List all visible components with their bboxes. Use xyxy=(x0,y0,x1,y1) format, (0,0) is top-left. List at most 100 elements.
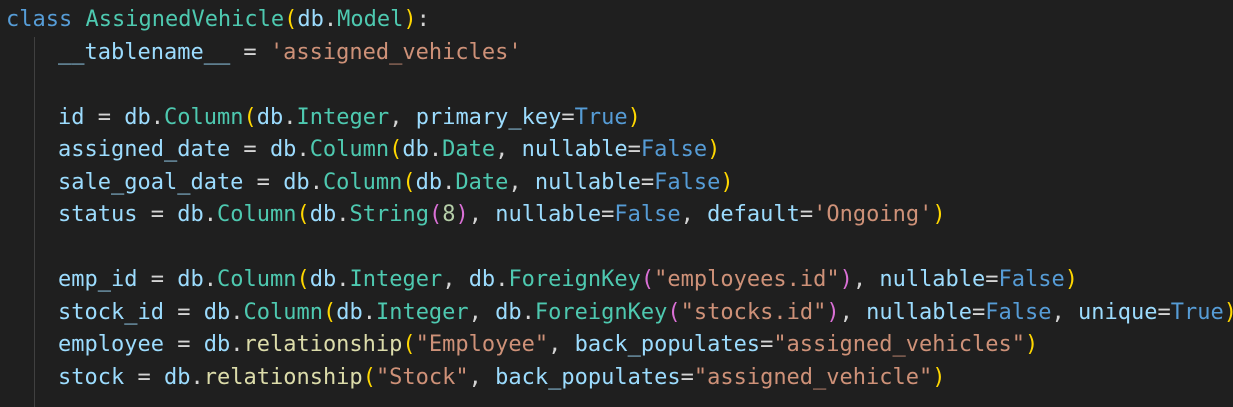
code-token: assigned_date xyxy=(58,137,231,162)
code-token: db xyxy=(283,169,310,195)
code-token: db xyxy=(468,267,496,292)
code-token: "Employee" xyxy=(415,332,549,357)
code-token: . xyxy=(428,137,443,162)
code-token: = xyxy=(760,332,774,357)
code-token: , xyxy=(495,137,522,162)
code-token: = xyxy=(243,169,284,195)
code-token: nullable xyxy=(521,137,628,162)
code-line[interactable]: __tablename__ = 'assigned_vehicles' xyxy=(6,37,522,70)
code-token: Column xyxy=(243,299,323,325)
code-token: Column xyxy=(309,137,390,162)
code-token: ) xyxy=(932,202,946,227)
code-line[interactable]: sale_goal_date = db.Column(db.Date, null… xyxy=(6,167,734,200)
code-token: ( xyxy=(402,332,416,357)
code-token: db xyxy=(124,104,151,130)
code-token: Date xyxy=(442,137,496,162)
code-line[interactable]: class AssignedVehicle(db.Model): xyxy=(6,4,430,37)
code-token: db xyxy=(269,137,297,162)
code-token: , xyxy=(1051,299,1079,325)
code-token: = xyxy=(680,364,694,390)
code-token: . xyxy=(190,364,204,390)
code-token: , xyxy=(389,104,416,130)
code-token: id xyxy=(58,104,85,130)
code-editor[interactable]: class AssignedVehicle(db.Model): __tablen… xyxy=(0,0,1233,407)
code-token: Column xyxy=(216,267,297,292)
code-token: ( xyxy=(284,7,298,32)
code-token: . xyxy=(230,299,244,325)
code-token: = xyxy=(601,202,615,227)
code-token: ( xyxy=(389,137,403,162)
code-token: ( xyxy=(296,267,310,292)
code-token: "stocks.id" xyxy=(680,299,827,325)
code-token: = xyxy=(124,364,164,390)
code-token: ) xyxy=(932,364,946,390)
code-token: 'assigned_vehicles' xyxy=(269,39,522,65)
code-token: 8 xyxy=(442,202,456,227)
code-token: = xyxy=(230,39,270,65)
code-token: ( xyxy=(322,299,337,325)
code-token: back_populates xyxy=(574,332,761,357)
code-token: False xyxy=(998,267,1065,292)
code-token: . xyxy=(283,104,297,130)
code-token: db xyxy=(309,202,337,227)
code-line[interactable]: status = db.Column(db.String(8), nullabl… xyxy=(6,199,946,232)
code-token: Column xyxy=(216,202,297,227)
code-line[interactable]: assigned_date = db.Column(db.Date, nulla… xyxy=(6,134,720,167)
code-token: , xyxy=(508,169,535,195)
code-token: , xyxy=(468,299,496,325)
code-line[interactable]: employee = db.relationship("Employee", b… xyxy=(6,329,1038,362)
code-token: ) xyxy=(455,202,469,227)
code-line[interactable]: emp_id = db.Column(db.Integer, db.Foreig… xyxy=(6,264,1078,297)
code-token: employee xyxy=(58,332,164,357)
code-token: . xyxy=(309,169,323,195)
code-token: . xyxy=(362,299,376,325)
code-token: . xyxy=(336,267,350,292)
code-token: nullable xyxy=(866,299,973,325)
code-token: db xyxy=(402,137,429,162)
code-token: nullable xyxy=(495,202,602,227)
code-token: , xyxy=(468,202,496,227)
code-token: Integer xyxy=(349,267,443,292)
code-line[interactable]: stock_id = db.Column(db.Integer, db.Fore… xyxy=(6,297,1233,330)
code-token: , xyxy=(852,267,880,292)
code-token: db xyxy=(203,332,231,357)
code-token: False xyxy=(654,169,721,195)
code-token: "employees.id" xyxy=(654,267,840,292)
code-token: False xyxy=(640,137,708,162)
code-token: . xyxy=(442,169,456,195)
code-token: ) xyxy=(1224,300,1233,325)
code-token: sale_goal_date xyxy=(58,169,244,195)
code-token: Integer xyxy=(296,104,390,130)
code-token: = xyxy=(84,104,125,130)
code-token: nullable xyxy=(879,267,986,292)
code-token: ) xyxy=(1024,332,1039,357)
code-token: nullable xyxy=(534,169,641,195)
code-token: ( xyxy=(640,267,655,292)
code-token: Date xyxy=(455,169,509,195)
code-token: False xyxy=(614,202,681,227)
code-token: . xyxy=(150,104,164,130)
code-token: db xyxy=(256,104,284,130)
code-token: AssignedVehicle xyxy=(85,7,285,32)
code-token: = xyxy=(137,202,178,227)
code-token: ) xyxy=(403,7,417,32)
code-line[interactable]: stock = db.relationship("Stock", back_po… xyxy=(6,362,946,395)
code-token: class xyxy=(6,7,73,32)
code-token: = xyxy=(163,332,204,357)
code-token: False xyxy=(985,299,1052,325)
code-token: = xyxy=(230,137,270,162)
code-token: , xyxy=(442,267,469,292)
code-token: "Stock" xyxy=(375,364,469,390)
code-token: db xyxy=(495,299,522,325)
code-token: Integer xyxy=(375,299,469,325)
code-token: . xyxy=(230,332,244,357)
code-token: ) xyxy=(826,299,840,325)
code-token: 'Ongoing' xyxy=(813,202,933,227)
code-token: = xyxy=(137,267,178,292)
code-token: . xyxy=(203,267,217,292)
code-token: : xyxy=(416,7,430,32)
code-token: ( xyxy=(296,202,310,227)
code-line[interactable]: id = db.Column(db.Integer, primary_key=T… xyxy=(6,102,641,135)
code-token: ) xyxy=(720,169,734,195)
